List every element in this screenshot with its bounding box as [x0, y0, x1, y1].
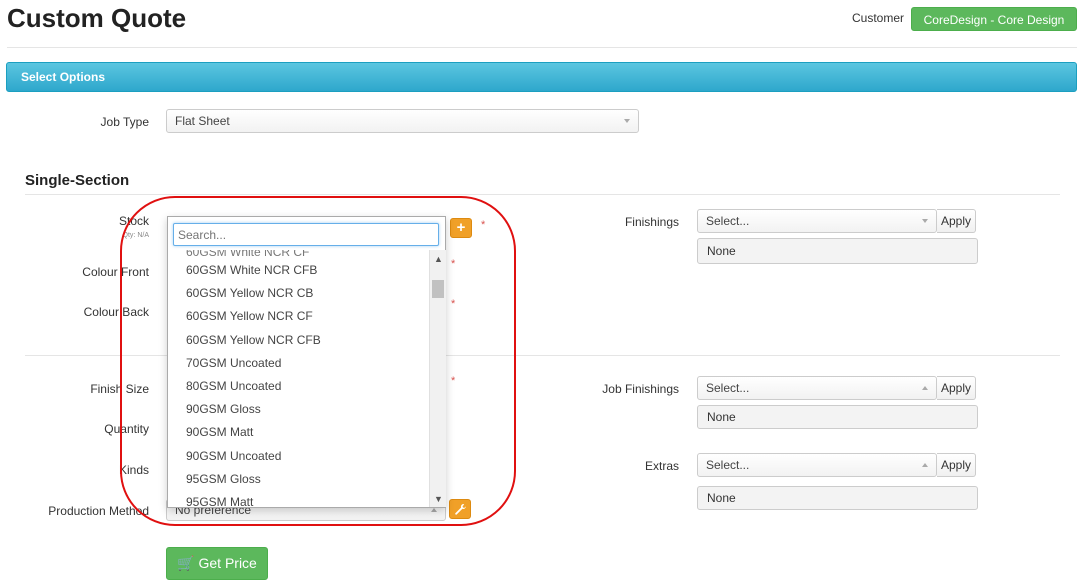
add-stock-button[interactable]: +: [450, 218, 472, 238]
job-finishings-label: Job Finishings: [602, 382, 679, 396]
list-item[interactable]: 60GSM White NCR CFB: [168, 259, 429, 282]
list-item[interactable]: 95GSM Gloss: [168, 468, 429, 491]
job-type-select[interactable]: Flat Sheet: [166, 109, 639, 133]
list-item[interactable]: 70GSM Uncoated: [168, 352, 429, 375]
stock-dropdown[interactable]: 60GSM White NCR CF 60GSM White NCR CFB 6…: [167, 216, 446, 508]
chevron-down-icon: [624, 119, 630, 123]
finishings-apply-button[interactable]: Apply: [937, 209, 976, 233]
extras-apply-button[interactable]: Apply: [937, 453, 976, 477]
chevron-up-icon: [431, 508, 437, 512]
extras-select-value: Select...: [706, 458, 750, 472]
section-divider: [25, 194, 1060, 195]
scroll-down-icon[interactable]: ▼: [434, 494, 443, 504]
panel-heading: Select Options: [6, 62, 1077, 92]
chevron-up-icon: [922, 386, 928, 390]
list-item[interactable]: 80GSM Uncoated: [168, 375, 429, 398]
plus-icon: +: [456, 219, 466, 236]
stock-qty: Qty: N/A: [122, 232, 149, 239]
required-marker: *: [481, 219, 486, 231]
required-marker: *: [451, 298, 456, 310]
customer-label: Customer: [852, 11, 905, 25]
list-item[interactable]: 60GSM Yellow NCR CB: [168, 282, 429, 305]
get-price-button[interactable]: 🛒 Get Price: [166, 547, 268, 580]
kinds-label: Kinds: [118, 463, 149, 477]
finishings-select[interactable]: Select...: [697, 209, 937, 233]
extras-label: Extras: [644, 459, 679, 473]
stock-search-input[interactable]: [173, 223, 439, 246]
chevron-up-icon: [922, 463, 928, 467]
get-price-label: Get Price: [198, 555, 257, 571]
dropdown-scrollbar[interactable]: ▲ ▼: [429, 250, 446, 507]
scrollbar-thumb[interactable]: [432, 280, 444, 298]
list-item[interactable]: 90GSM Matt: [168, 421, 429, 444]
required-marker: *: [451, 375, 456, 387]
stock-options-list[interactable]: 60GSM White NCR CF 60GSM White NCR CFB 6…: [168, 250, 429, 507]
required-marker: *: [451, 258, 456, 270]
list-item[interactable]: 90GSM Uncoated: [168, 445, 429, 468]
extras-list: None: [697, 486, 978, 510]
quantity-label: Quantity: [104, 422, 149, 436]
finishings-label: Finishings: [624, 215, 679, 229]
job-type-label: Job Type: [100, 115, 149, 129]
page-title: Custom Quote: [7, 3, 187, 33]
finishings-list: None: [697, 238, 978, 264]
colour-front-label: Colour Front: [82, 265, 149, 279]
list-item[interactable]: 60GSM Yellow NCR CFB: [168, 329, 429, 352]
extras-select[interactable]: Select...: [697, 453, 937, 477]
job-finishings-apply-button[interactable]: Apply: [937, 376, 976, 400]
finish-size-label: Finish Size: [90, 382, 149, 396]
job-type-value: Flat Sheet: [175, 114, 230, 128]
cart-icon: 🛒: [177, 555, 195, 571]
stock-label: Stock: [118, 214, 149, 228]
chevron-down-icon: [922, 219, 928, 223]
customer-button[interactable]: CoreDesign - Core Design: [911, 7, 1077, 31]
wrench-icon: [455, 504, 466, 515]
job-finishings-select-value: Select...: [706, 381, 750, 395]
list-item[interactable]: 95GSM Matt: [168, 491, 429, 507]
job-finishings-select[interactable]: Select...: [697, 376, 937, 400]
production-method-label: Production Method: [48, 504, 149, 518]
section-title: Single-Section: [25, 172, 130, 189]
list-item[interactable]: 60GSM Yellow NCR CF: [168, 305, 429, 328]
job-finishings-list: None: [697, 405, 978, 429]
header-divider: [7, 47, 1077, 48]
finishings-select-value: Select...: [706, 214, 750, 228]
colour-back-label: Colour Back: [83, 305, 149, 319]
production-settings-button[interactable]: [449, 499, 471, 519]
scroll-up-icon[interactable]: ▲: [434, 254, 443, 264]
list-item[interactable]: 90GSM Gloss: [168, 398, 429, 421]
list-item[interactable]: 60GSM White NCR CF: [168, 250, 429, 259]
